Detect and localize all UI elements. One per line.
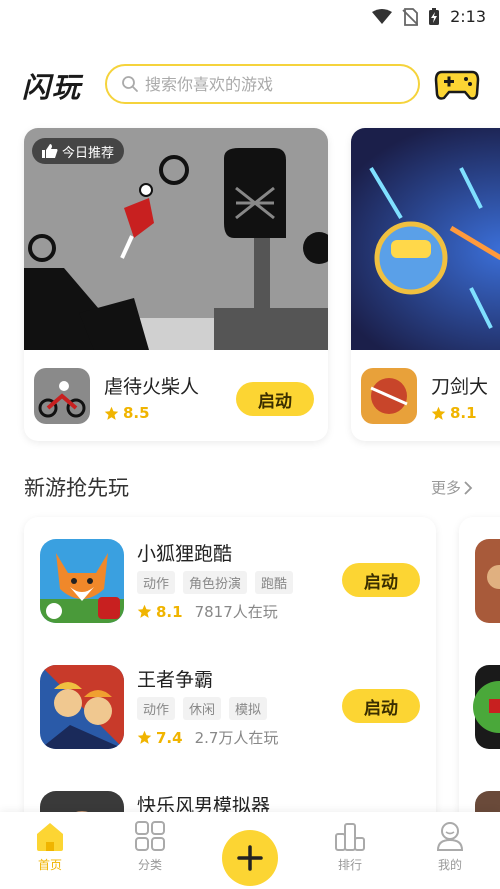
list-item[interactable]: 小狐狸跑酷 动作 角色扮演 跑酷 8.1 7817人在玩 启动 <box>24 517 436 627</box>
featured-card[interactable]: 刀剑大 8.1 <box>351 128 500 441</box>
search-icon <box>122 76 138 92</box>
game-icon <box>34 368 90 424</box>
game-icon <box>473 539 500 837</box>
status-icons: 2:13 <box>372 7 486 26</box>
ranking-icon <box>335 823 365 851</box>
nav-label: 分类 <box>137 858 162 872</box>
no-sim-icon <box>402 7 419 26</box>
nav-item-categories[interactable]: 分类 <box>120 820 180 882</box>
daily-pick-label: 今日推荐 <box>62 145 115 161</box>
list-item[interactable]: 王者争霸 动作 休闲 模拟 7.4 2.7万人在玩 启动 <box>24 643 436 753</box>
rating-value: 7.4 <box>156 728 183 747</box>
game-tag: 跑酷 <box>255 571 294 594</box>
wifi-icon <box>372 8 393 24</box>
status-bar: 2:13 <box>0 0 500 36</box>
thumbs-up-icon <box>42 144 58 158</box>
game-rating: 8.1 <box>431 404 477 422</box>
nav-label: 首页 <box>37 858 62 872</box>
featured-banner-image <box>351 128 500 350</box>
nav-item-ranking[interactable]: 排行 <box>320 820 380 882</box>
game-name: 王者争霸 <box>137 669 214 691</box>
profile-icon <box>436 822 464 851</box>
daily-pick-badge: 今日推荐 <box>32 138 125 164</box>
nav-item-home[interactable]: 首页 <box>20 820 80 882</box>
star-icon <box>137 604 152 618</box>
player-count: 7817人在玩 <box>194 603 278 621</box>
home-icon <box>37 823 63 851</box>
app-screen: 2:13 闪玩 搜索你喜欢的游戏 今日推荐 虐待火柴人 8.5 启动 刀剑大 8… <box>0 0 500 889</box>
game-tag: 动作 <box>137 571 176 594</box>
game-tag: 模拟 <box>229 697 268 720</box>
game-name: 虐待火柴人 <box>104 376 200 398</box>
battery-charging-icon <box>429 7 440 25</box>
section-title: 新游抢先玩 <box>24 476 129 500</box>
game-rating: 7.4 2.7万人在玩 <box>137 727 278 748</box>
game-name: 刀剑大 <box>431 376 489 398</box>
app-logo: 闪玩 <box>22 71 83 104</box>
rating-value: 8.1 <box>156 602 183 621</box>
featured-carousel[interactable]: 今日推荐 虐待火柴人 8.5 启动 刀剑大 8.1 <box>0 128 500 443</box>
star-icon <box>104 406 119 420</box>
nav-label: 我的 <box>437 858 462 872</box>
nav-item-profile[interactable]: 我的 <box>420 820 480 882</box>
game-tag: 休闲 <box>183 697 222 720</box>
grid-icon <box>135 821 165 851</box>
header: 闪玩 <box>0 62 500 110</box>
game-tags: 动作 角色扮演 跑酷 <box>137 571 294 594</box>
status-time: 2:13 <box>450 7 486 26</box>
bottom-nav: 首页 分类 排行 我的 <box>0 812 500 889</box>
search-bar[interactable] <box>105 64 420 104</box>
more-link[interactable]: 更多 <box>431 477 473 498</box>
game-tag: 动作 <box>137 697 176 720</box>
game-list-card <box>459 517 500 837</box>
star-icon <box>431 406 446 420</box>
nav-label: 排行 <box>337 858 362 872</box>
game-list-card: 小狐狸跑酷 动作 角色扮演 跑酷 8.1 7817人在玩 启动 王者争霸 动作 … <box>24 517 436 837</box>
star-icon <box>137 730 152 744</box>
gamepad-icon[interactable] <box>434 66 480 102</box>
game-icon <box>40 665 124 749</box>
game-name: 小狐狸跑酷 <box>137 543 233 565</box>
add-button[interactable] <box>222 830 278 886</box>
game-tags: 动作 休闲 模拟 <box>137 697 268 720</box>
game-rating: 8.1 7817人在玩 <box>137 601 278 622</box>
more-label: 更多 <box>431 479 462 497</box>
plus-icon <box>237 845 263 871</box>
player-count: 2.7万人在玩 <box>194 729 279 747</box>
game-icon <box>361 368 417 424</box>
game-rating: 8.5 <box>104 404 150 422</box>
game-tag: 角色扮演 <box>183 571 248 594</box>
rating-value: 8.5 <box>123 404 150 422</box>
launch-button[interactable]: 启动 <box>342 689 420 723</box>
chevron-right-icon <box>464 480 473 495</box>
game-icon <box>40 539 124 623</box>
search-input[interactable] <box>145 74 395 94</box>
rating-value: 8.1 <box>450 404 477 422</box>
launch-button[interactable]: 启动 <box>236 382 314 416</box>
launch-button[interactable]: 启动 <box>342 563 420 597</box>
featured-card[interactable]: 今日推荐 虐待火柴人 8.5 启动 <box>24 128 328 441</box>
